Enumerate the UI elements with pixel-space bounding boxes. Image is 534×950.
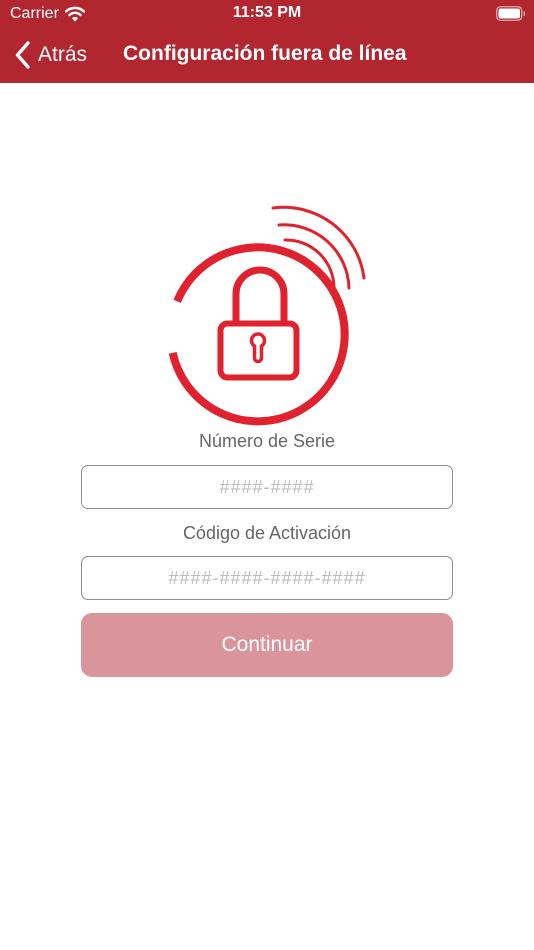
battery-icon <box>496 6 526 21</box>
app-header: Carrier 11:53 PM Atrás Configuración fue… <box>0 0 534 83</box>
continue-button[interactable]: Continuar <box>81 613 453 677</box>
navigation-bar: Atrás Configuración fuera de línea <box>0 28 534 83</box>
wireless-lock-icon <box>168 205 366 426</box>
serial-number-label: Número de Serie <box>198 431 336 451</box>
status-time: 11:53 PM <box>232 4 302 21</box>
status-bar: Carrier 11:53 PM <box>0 0 534 28</box>
serial-number-input[interactable] <box>81 465 453 509</box>
activation-code-label: Código de Activación <box>182 523 352 543</box>
back-label: Atrás <box>38 43 88 66</box>
activation-code-input[interactable] <box>81 556 453 600</box>
page-title: Configuración fuera de línea <box>123 42 407 65</box>
back-button[interactable]: Atrás <box>14 38 87 72</box>
chevron-left-icon <box>15 41 30 69</box>
